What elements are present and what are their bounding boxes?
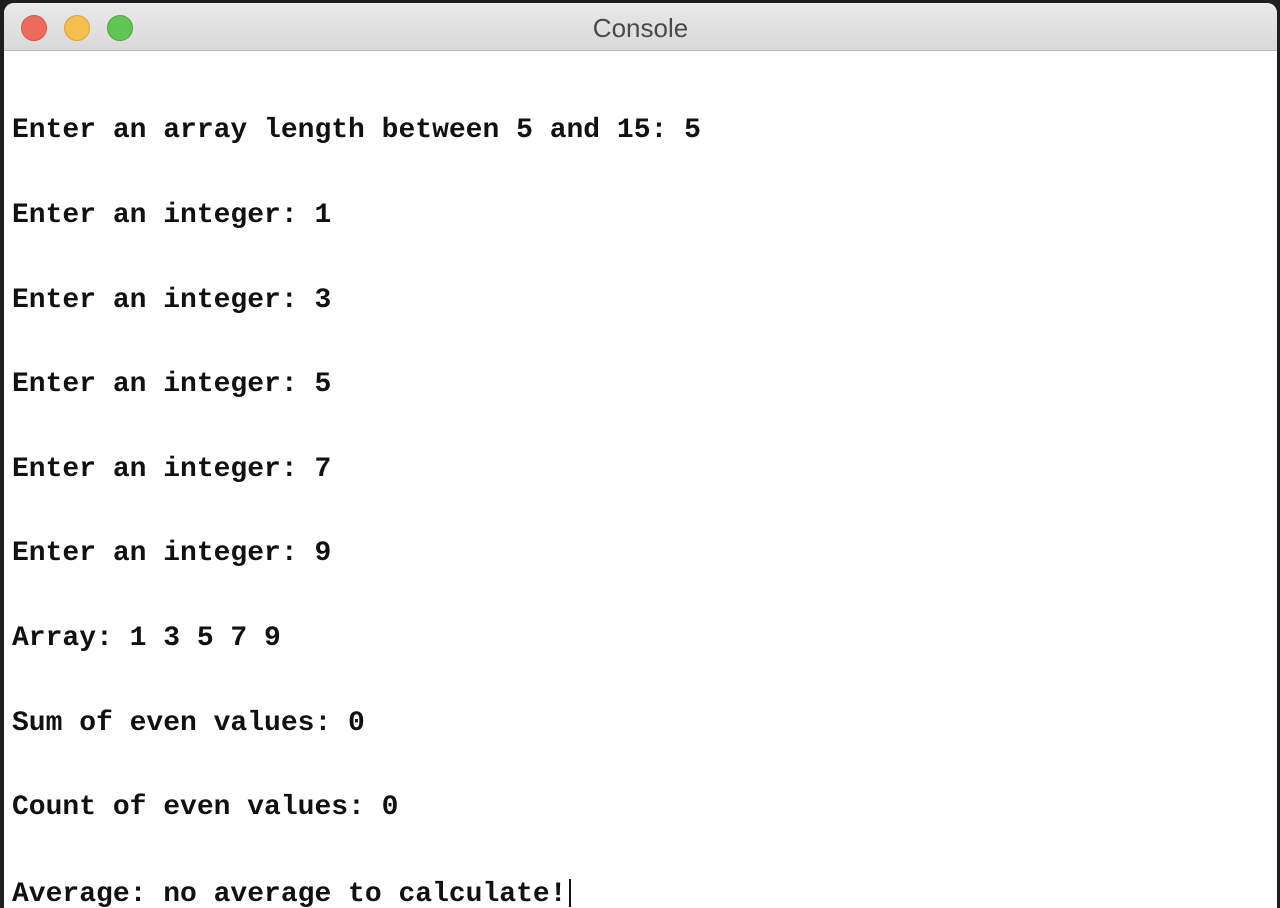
window-title: Console: [592, 13, 689, 43]
console-window: Console Enter an array length between 5 …: [4, 3, 1277, 908]
console-line: Count of even values: 0: [12, 792, 399, 824]
console-line: Enter an integer: 5: [12, 369, 332, 401]
console-line: Enter an integer: 3: [12, 284, 332, 316]
console-line: Enter an integer: 1: [12, 200, 332, 231]
console-line-last: Average: no average to calculate!: [12, 878, 1277, 908]
console-line: Enter an array length between 5 and 15: …: [12, 115, 701, 147]
console-output[interactable]: Enter an array length between 5 and 15: …: [12, 61, 1277, 908]
title-bar[interactable]: Console: [4, 3, 1277, 51]
console-line-text: Average: no average to calculate!: [12, 878, 567, 908]
console-line: Enter an integer: 9: [12, 538, 332, 570]
console-line: Enter an integer: 7: [12, 453, 332, 485]
text-cursor: [568, 878, 571, 907]
console-line: Sum of even values: 0: [12, 707, 365, 739]
console-line: Array: 1 3 5 7 9: [12, 622, 281, 654]
